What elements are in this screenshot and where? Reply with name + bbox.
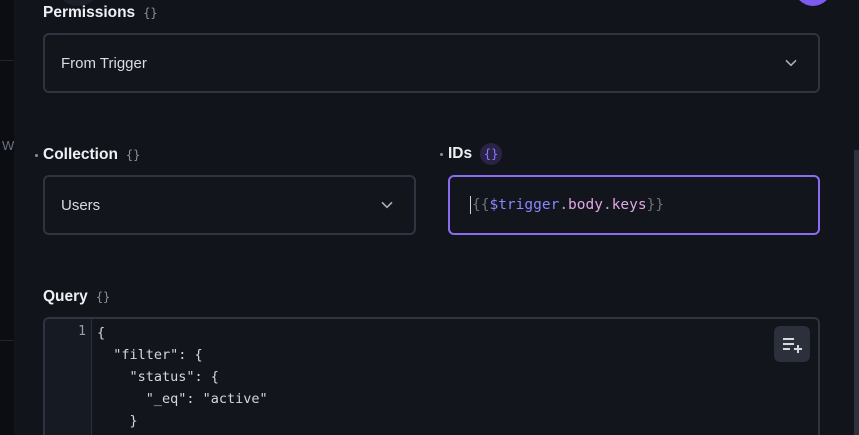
code-content[interactable]: { "filter": { "status": { "_eq": "active… [97, 322, 268, 432]
chevron-down-icon [785, 59, 797, 67]
code-line: "status": { [129, 369, 219, 385]
code-line: "_eq": "active" [145, 391, 268, 407]
background-partial-text: W [2, 138, 15, 153]
query-code-editor[interactable]: 1 { "filter": { "status": { "_eq": "acti… [43, 317, 820, 435]
permissions-template-icon[interactable]: {} [143, 6, 157, 20]
drawer-panel: Permissions {} From Trigger Collection {… [14, 0, 859, 435]
permissions-value: From Trigger [61, 54, 147, 72]
collection-select[interactable]: Users [43, 175, 416, 235]
collection-label: Collection {} [35, 146, 140, 164]
divider [0, 340, 14, 341]
line-number: 1 [78, 324, 86, 339]
ids-input[interactable]: {{ $trigger . body . keys }} [448, 175, 820, 235]
line-number-gutter: 1 [45, 319, 92, 435]
divider [0, 60, 14, 61]
ids-template-icon[interactable]: {} [480, 143, 503, 165]
query-label: Query {} [43, 288, 111, 305]
background-page: W [0, 0, 14, 435]
code-line: "filter": { [113, 347, 203, 363]
code-line: { [97, 325, 106, 341]
save-button[interactable] [794, 0, 832, 6]
required-indicator [35, 154, 38, 157]
collection-value: Users [61, 196, 101, 214]
chevron-down-icon [381, 201, 393, 209]
required-indicator [440, 153, 443, 156]
ids-label: IDs {} [440, 143, 503, 165]
permissions-label: Permissions {} [43, 4, 158, 21]
format-list-add-icon [783, 338, 802, 353]
code-line: } [97, 413, 138, 429]
format-code-button[interactable] [774, 326, 810, 362]
text-cursor [470, 196, 471, 214]
permissions-select[interactable]: From Trigger [43, 33, 820, 93]
collection-template-icon[interactable]: {} [126, 148, 140, 162]
query-template-icon[interactable]: {} [96, 290, 110, 304]
scrollbar[interactable] [854, 150, 859, 435]
